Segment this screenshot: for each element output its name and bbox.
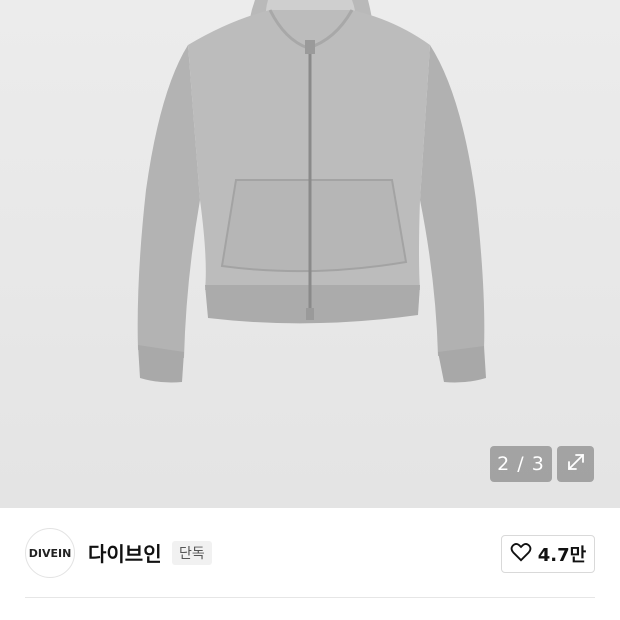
heart-icon <box>510 542 532 566</box>
image-counter: 2 / 3 <box>490 446 552 482</box>
brand-name[interactable]: 다이브인 <box>88 538 162 567</box>
like-count: 4.7만 <box>537 545 587 566</box>
like-button[interactable]: 4.7만 <box>501 535 595 573</box>
expand-button[interactable] <box>557 446 594 482</box>
product-image-gallery[interactable]: 2 / 3 <box>0 0 620 508</box>
divider <box>25 597 595 598</box>
expand-arrows-icon <box>565 451 587 477</box>
brand-logo[interactable]: DIVEIN <box>25 528 75 578</box>
gray-zip-hoodie-image <box>137 0 486 383</box>
exclusive-badge: 단독 <box>172 541 212 565</box>
brand-row: DIVEIN 다이브인 단독 4.7만 <box>0 508 620 598</box>
